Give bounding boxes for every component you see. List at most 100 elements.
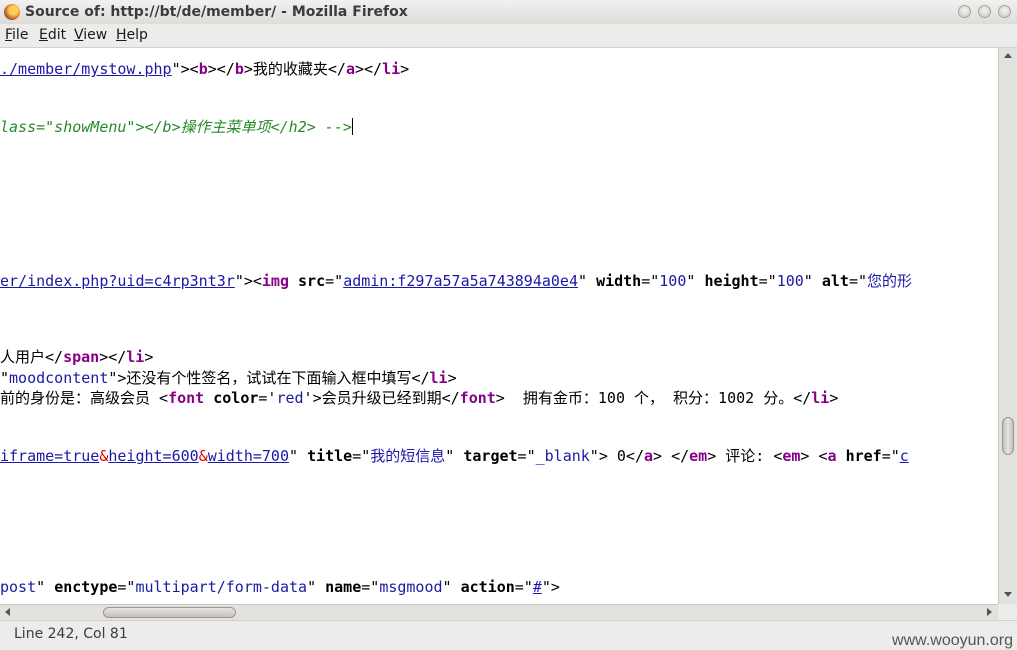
source-token: > bbox=[400, 60, 410, 78]
source-token: title bbox=[307, 447, 353, 465]
source-token: " bbox=[442, 578, 461, 596]
cursor-position: Line 242, Col 81 bbox=[14, 626, 128, 642]
source-token: > bbox=[144, 348, 154, 366]
source-view[interactable]: ./member/mystow.php"><b></b>我的收藏夹</a></l… bbox=[0, 48, 998, 604]
status-bar: Line 242, Col 81 www.wooyun.org bbox=[0, 620, 1017, 650]
source-link[interactable]: # bbox=[533, 578, 542, 596]
source-token: action bbox=[460, 578, 515, 596]
source-token: " bbox=[686, 272, 705, 290]
source-link[interactable]: height=600 bbox=[108, 447, 198, 465]
source-token: =" bbox=[514, 578, 533, 596]
source-token: =" bbox=[758, 272, 777, 290]
source-token: moodcontent bbox=[9, 369, 109, 387]
source-token: ">< bbox=[171, 60, 199, 78]
source-token: _blank bbox=[535, 447, 590, 465]
source-line: 人用户</span></li> bbox=[0, 346, 153, 367]
title-bar[interactable]: Source of: http://bt/de/member/ - Mozill… bbox=[0, 0, 1017, 25]
source-token: target bbox=[463, 447, 518, 465]
source-token: " bbox=[578, 272, 597, 290]
text-caret bbox=[351, 118, 353, 135]
scroll-left-arrow-icon[interactable] bbox=[5, 608, 10, 616]
source-line: ./member/mystow.php"><b></b>我的收藏夹</a></l… bbox=[0, 58, 409, 79]
source-token: height bbox=[704, 272, 759, 290]
source-link[interactable]: ./member/mystow.php bbox=[0, 60, 172, 78]
source-line: er/index.php?uid=c4rp3nt3r"><img src="ad… bbox=[0, 270, 912, 291]
source-token: msgmood bbox=[379, 578, 443, 596]
source-link[interactable]: c bbox=[900, 447, 909, 465]
source-token: li bbox=[126, 348, 145, 366]
source-token: & bbox=[198, 447, 208, 465]
menu-edit[interactable]: Edit bbox=[39, 27, 66, 43]
source-token: b bbox=[234, 60, 244, 78]
maximize-button[interactable] bbox=[978, 5, 991, 18]
source-token: alt bbox=[821, 272, 849, 290]
source-token: li bbox=[429, 369, 448, 387]
source-token bbox=[289, 272, 298, 290]
close-button[interactable] bbox=[998, 5, 1011, 18]
minimize-button[interactable] bbox=[958, 5, 971, 18]
source-line: lass="showMenu"></b>操作主菜单项</h2> --> bbox=[0, 116, 353, 137]
source-token: "> bbox=[541, 578, 560, 596]
source-token: font bbox=[459, 389, 496, 407]
source-token: " bbox=[0, 369, 10, 387]
source-token: > 拥有金币：100 个， 积分：1002 分。</ bbox=[495, 389, 812, 407]
source-token: =" bbox=[325, 272, 344, 290]
scroll-right-arrow-icon[interactable] bbox=[987, 608, 992, 616]
menu-file[interactable]: File bbox=[5, 27, 28, 43]
horizontal-scrollbar[interactable] bbox=[0, 604, 998, 620]
source-link[interactable]: admin:f297a57a5a743894a0e4 bbox=[343, 272, 578, 290]
window-title: Source of: http://bt/de/member/ - Mozill… bbox=[25, 4, 408, 20]
source-token: ></ bbox=[99, 348, 127, 366]
source-token: =" bbox=[881, 447, 900, 465]
source-token: src bbox=[298, 272, 326, 290]
source-token: em bbox=[689, 447, 708, 465]
source-token: > bbox=[447, 369, 457, 387]
source-token: =" bbox=[641, 272, 660, 290]
source-token: font bbox=[168, 389, 205, 407]
source-token: > 评论: < bbox=[707, 447, 783, 465]
source-token: 100 bbox=[659, 272, 687, 290]
source-token: 100 bbox=[776, 272, 804, 290]
source-link[interactable]: width=700 bbox=[208, 447, 289, 465]
firefox-icon bbox=[4, 4, 20, 20]
source-link[interactable]: iframe=true bbox=[0, 447, 99, 465]
source-token: " bbox=[803, 272, 822, 290]
source-token: a bbox=[827, 447, 837, 465]
source-line: iframe=true&height=600&width=700" title=… bbox=[0, 445, 909, 466]
scroll-corner bbox=[998, 604, 1017, 620]
source-token bbox=[204, 389, 213, 407]
source-line: post" enctype="multipart/form-data" name… bbox=[0, 578, 560, 596]
source-token: multipart/form-data bbox=[135, 578, 308, 596]
menu-bar: File Edit View Help bbox=[0, 24, 1017, 48]
source-token: ></ bbox=[354, 60, 383, 78]
source-token: li bbox=[382, 60, 401, 78]
menu-view[interactable]: View bbox=[74, 27, 107, 43]
source-token bbox=[837, 447, 846, 465]
source-token: > bbox=[829, 389, 839, 407]
horizontal-scroll-thumb[interactable] bbox=[103, 607, 236, 618]
source-token: href bbox=[845, 447, 882, 465]
menu-help[interactable]: Help bbox=[116, 27, 148, 43]
source-token: lass="showMenu"></b>操作主菜单项</h2> --> bbox=[0, 118, 352, 136]
source-token: " bbox=[307, 578, 326, 596]
source-token: img bbox=[261, 272, 289, 290]
source-token: '>会员升级已经到期</ bbox=[303, 389, 460, 407]
vertical-scroll-thumb[interactable] bbox=[1002, 417, 1014, 455]
source-line: 前的身份是：高级会员 <font color='red'>会员升级已经到期</f… bbox=[0, 387, 838, 408]
source-token: ">还没有个性签名，试试在下面输入框中填写</ bbox=[108, 369, 430, 387]
source-token: =" bbox=[361, 578, 380, 596]
source-token: > < bbox=[800, 447, 828, 465]
source-token: =" bbox=[517, 447, 536, 465]
scroll-down-arrow-icon[interactable] bbox=[1004, 592, 1012, 597]
source-line: "moodcontent">还没有个性签名，试试在下面输入框中填写</li> bbox=[0, 367, 457, 388]
source-token: b bbox=[198, 60, 208, 78]
scroll-up-arrow-icon[interactable] bbox=[1004, 53, 1012, 58]
source-token: width bbox=[596, 272, 642, 290]
source-token: 人用户</ bbox=[0, 348, 64, 366]
vertical-scrollbar[interactable] bbox=[998, 48, 1017, 604]
source-token: " bbox=[289, 447, 308, 465]
source-token: =" bbox=[352, 447, 371, 465]
source-token: span bbox=[63, 348, 100, 366]
source-link[interactable]: er/index.php?uid=c4rp3nt3r bbox=[0, 272, 235, 290]
source-token: =" bbox=[117, 578, 136, 596]
